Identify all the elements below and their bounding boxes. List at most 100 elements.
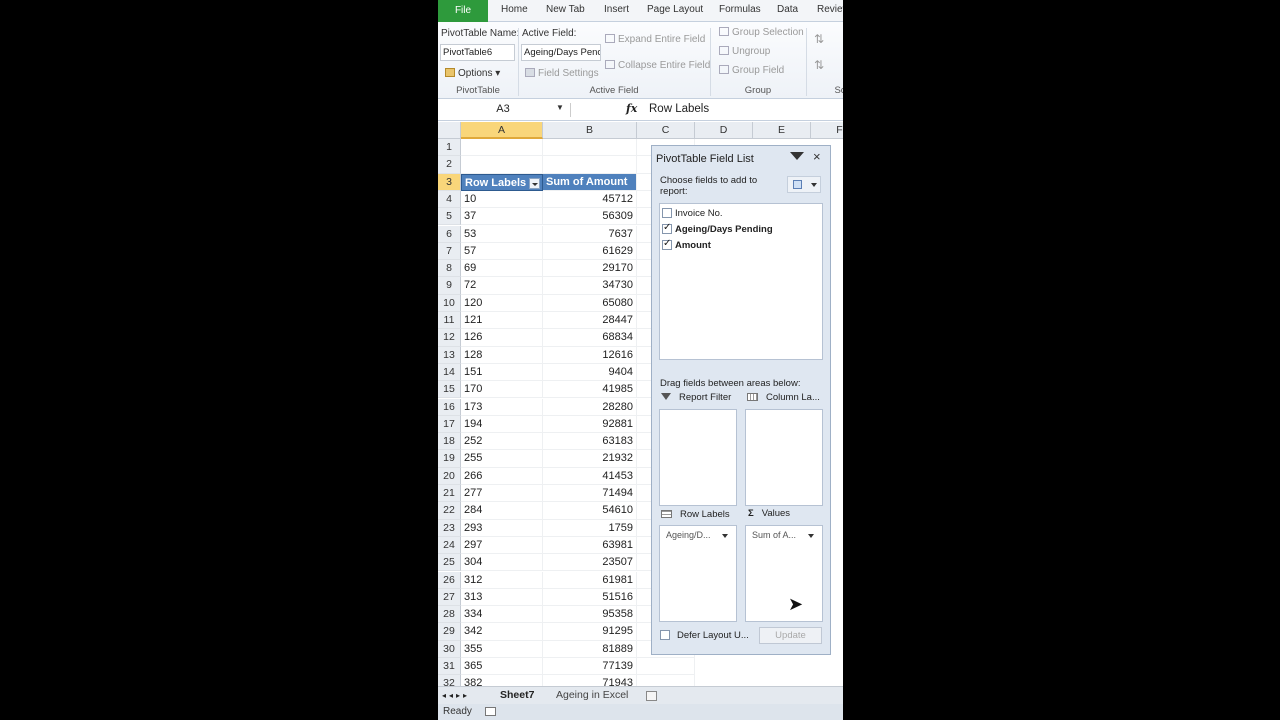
row-number[interactable]: 29 [438, 623, 461, 641]
cell-b[interactable]: 61629 [543, 242, 637, 261]
sheet-nav-arrows-icon[interactable]: ◂◂▸▸ [442, 691, 470, 700]
cell-a[interactable]: 313 [461, 588, 543, 607]
cell-b[interactable]: 1759 [543, 519, 637, 537]
row-number[interactable]: 1 [438, 139, 461, 157]
cell-b[interactable]: 41985 [543, 381, 637, 399]
cell-a[interactable]: 194 [461, 415, 543, 434]
tab-home[interactable]: Home [501, 4, 528, 15]
insert-sheet-icon[interactable] [646, 691, 657, 701]
cell-b[interactable]: 23507 [543, 554, 637, 572]
column-header-d[interactable]: D [695, 122, 753, 139]
cell-b[interactable]: 45712 [543, 190, 637, 209]
row-number[interactable]: 9 [438, 277, 461, 295]
column-header-b[interactable]: B [543, 122, 637, 139]
row-number[interactable]: 15 [438, 381, 461, 399]
row-number[interactable]: 28 [438, 606, 461, 624]
cell-a[interactable]: 312 [461, 571, 543, 589]
cell-b[interactable]: 7637 [543, 225, 637, 243]
row-field-chip[interactable]: Ageing/D... [662, 529, 734, 542]
field-ageing-days-pending[interactable]: Ageing/Days Pending [662, 222, 773, 235]
row-number[interactable]: 32 [438, 675, 461, 686]
row-number[interactable]: 3 [438, 173, 461, 191]
column-header-e[interactable]: E [753, 122, 811, 139]
cell-a[interactable]: 53 [461, 225, 543, 243]
group-field-button[interactable]: Group Field [719, 65, 784, 76]
cell-b[interactable]: 81889 [543, 640, 637, 658]
report-filter-drop-area[interactable] [659, 409, 737, 506]
row-number[interactable]: 7 [438, 242, 461, 261]
row-labels-drop-area[interactable]: Ageing/D... [659, 525, 737, 622]
name-box-dropdown-icon[interactable]: ▼ [556, 103, 564, 112]
defer-checkbox[interactable] [660, 630, 670, 640]
cell-a[interactable]: 277 [461, 485, 543, 503]
column-labels-drop-area[interactable] [745, 409, 823, 506]
cell-a[interactable]: 342 [461, 623, 543, 641]
row-number[interactable]: 24 [438, 536, 461, 555]
cell-b[interactable] [543, 139, 637, 157]
cell-b[interactable]: 9404 [543, 363, 637, 382]
ungroup-button[interactable]: Ungroup [719, 46, 770, 57]
cell-b[interactable]: 77139 [543, 658, 637, 676]
cell-a[interactable]: 121 [461, 312, 543, 330]
sheet-tab-ageing-in-excel[interactable]: Ageing in Excel [556, 689, 628, 701]
cell-a[interactable]: 170 [461, 381, 543, 399]
cell-b[interactable]: 21932 [543, 450, 637, 468]
defer-layout-update[interactable]: Defer Layout U... [660, 630, 749, 641]
cell-a[interactable] [461, 156, 543, 174]
row-number[interactable]: 16 [438, 398, 461, 416]
row-number[interactable]: 20 [438, 467, 461, 485]
row-number[interactable]: 25 [438, 554, 461, 572]
cell-b[interactable]: 29170 [543, 260, 637, 278]
cell-b[interactable]: 71943 [543, 675, 637, 686]
name-box[interactable]: A3 [438, 99, 568, 120]
cell-a[interactable]: 72 [461, 277, 543, 295]
cell-b[interactable]: Sum of Amount [543, 173, 637, 191]
checkbox-ageing-days-pending[interactable] [662, 222, 672, 234]
collapse-field-button[interactable]: Collapse Entire Field [605, 60, 710, 71]
cell-b[interactable]: 61981 [543, 571, 637, 589]
cell-b[interactable]: 28280 [543, 398, 637, 416]
select-all-corner[interactable] [438, 122, 461, 139]
cell-a[interactable]: 120 [461, 294, 543, 312]
panel-dropdown-icon[interactable] [790, 152, 804, 160]
row-number[interactable]: 17 [438, 415, 461, 434]
layout-options-button[interactable] [787, 176, 821, 193]
cell-b[interactable]: 28447 [543, 312, 637, 330]
sort-az-icon[interactable]: ⇅ [814, 32, 824, 46]
cell-a[interactable]: 255 [461, 450, 543, 468]
cell-b[interactable]: 12616 [543, 346, 637, 364]
cell-a[interactable]: 126 [461, 329, 543, 347]
cell-b[interactable]: 51516 [543, 588, 637, 607]
cell-b[interactable]: 91295 [543, 623, 637, 641]
row-number[interactable]: 10 [438, 294, 461, 312]
checkbox-amount[interactable] [662, 238, 672, 250]
cell-b[interactable]: 41453 [543, 467, 637, 485]
cell-b[interactable]: 63981 [543, 536, 637, 555]
cell-b[interactable]: 95358 [543, 606, 637, 624]
row-number[interactable]: 8 [438, 260, 461, 278]
filter-dropdown-icon[interactable] [529, 177, 540, 189]
sort-za-icon[interactable]: ⇅ [814, 58, 824, 72]
cell-a[interactable]: 293 [461, 519, 543, 537]
close-icon[interactable]: × [813, 149, 821, 164]
cell-a[interactable]: 69 [461, 260, 543, 278]
row-number[interactable]: 19 [438, 450, 461, 468]
update-button[interactable]: Update [759, 627, 822, 644]
active-field-input[interactable]: Ageing/Days Penc [521, 44, 601, 61]
fx-icon[interactable]: fx [626, 102, 637, 115]
row-number[interactable]: 11 [438, 312, 461, 330]
cell-a[interactable]: 10 [461, 190, 543, 209]
tab-data[interactable]: Data [777, 4, 798, 15]
formula-input[interactable]: Row Labels [649, 99, 709, 120]
values-drop-area[interactable]: Sum of A... ➤ [745, 525, 823, 622]
column-header-f[interactable]: F [811, 122, 843, 139]
field-invoice-no[interactable]: Invoice No. [662, 208, 723, 219]
column-header-c[interactable]: C [637, 122, 695, 139]
macro-record-icon[interactable] [485, 707, 496, 716]
row-number[interactable]: 18 [438, 433, 461, 451]
cell-b[interactable]: 71494 [543, 485, 637, 503]
row-number[interactable]: 30 [438, 640, 461, 658]
cell-a[interactable]: 382 [461, 675, 543, 686]
cell-a[interactable]: 365 [461, 658, 543, 676]
row-number[interactable]: 22 [438, 502, 461, 520]
